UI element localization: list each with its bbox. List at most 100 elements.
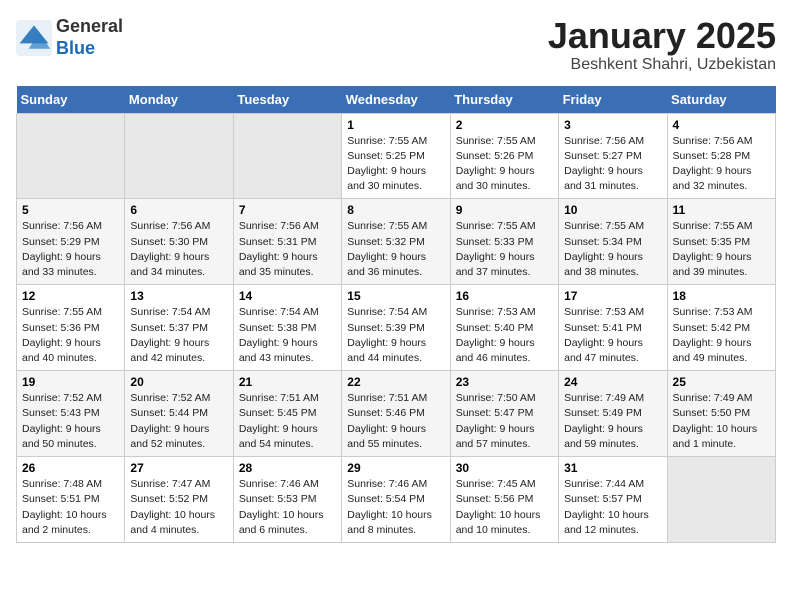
day-number: 12 [22,289,119,303]
logo-text: General Blue [56,16,123,59]
day-number: 22 [347,375,444,389]
calendar-cell: 30 Sunrise: 7:45 AM Sunset: 5:56 PM Dayli… [450,457,558,543]
cell-content: Sunrise: 7:49 AM Sunset: 5:50 PM Dayligh… [673,391,770,452]
day-number: 9 [456,203,553,217]
calendar-cell: 12 Sunrise: 7:55 AM Sunset: 5:36 PM Dayli… [17,285,125,371]
cell-content: Sunrise: 7:55 AM Sunset: 5:36 PM Dayligh… [22,305,119,366]
calendar-cell: 28 Sunrise: 7:46 AM Sunset: 5:53 PM Dayli… [233,457,341,543]
calendar-cell: 7Sunrise: 7:56 AM Sunset: 5:31 PM Daylig… [233,199,341,285]
weekday-header-saturday: Saturday [667,86,775,114]
weekday-header-monday: Monday [125,86,233,114]
day-number: 1 [347,118,444,132]
calendar-cell: 2Sunrise: 7:55 AM Sunset: 5:26 PM Daylig… [450,113,558,199]
cell-content: Sunrise: 7:50 AM Sunset: 5:47 PM Dayligh… [456,391,553,452]
day-number: 5 [22,203,119,217]
calendar-body: 1 Sunrise: 7:55 AM Sunset: 5:25 PM Daylig… [17,113,776,542]
day-number: 3 [564,118,661,132]
logo-icon [16,20,52,56]
calendar-cell: 11Sunrise: 7:55 AM Sunset: 5:35 PM Dayli… [667,199,775,285]
week-row-1: 1 Sunrise: 7:55 AM Sunset: 5:25 PM Daylig… [17,113,776,199]
calendar-cell: 4 Sunrise: 7:56 AM Sunset: 5:28 PM Daylig… [667,113,775,199]
day-number: 4 [673,118,770,132]
calendar-cell [667,457,775,543]
week-row-3: 12 Sunrise: 7:55 AM Sunset: 5:36 PM Dayli… [17,285,776,371]
day-number: 10 [564,203,661,217]
day-number: 18 [673,289,770,303]
calendar-cell: 23 Sunrise: 7:50 AM Sunset: 5:47 PM Dayli… [450,371,558,457]
calendar-cell: 20 Sunrise: 7:52 AM Sunset: 5:44 PM Dayli… [125,371,233,457]
weekday-header-friday: Friday [559,86,667,114]
calendar-cell: 24 Sunrise: 7:49 AM Sunset: 5:49 PM Dayli… [559,371,667,457]
cell-content: Sunrise: 7:45 AM Sunset: 5:56 PM Dayligh… [456,477,553,538]
weekday-header-thursday: Thursday [450,86,558,114]
cell-content: Sunrise: 7:51 AM Sunset: 5:45 PM Dayligh… [239,391,336,452]
day-number: 23 [456,375,553,389]
day-number: 29 [347,461,444,475]
calendar-cell: 9 Sunrise: 7:55 AM Sunset: 5:33 PM Daylig… [450,199,558,285]
cell-content: Sunrise: 7:55 AM Sunset: 5:32 PM Dayligh… [347,219,444,280]
page-header: General Blue January 2025 Beshkent Shahr… [16,16,776,74]
cell-content: Sunrise: 7:54 AM Sunset: 5:38 PM Dayligh… [239,305,336,366]
calendar-cell: 22 Sunrise: 7:51 AM Sunset: 5:46 PM Dayli… [342,371,450,457]
location-subtitle: Beshkent Shahri, Uzbekistan [548,56,776,74]
calendar-cell: 3 Sunrise: 7:56 AM Sunset: 5:27 PM Daylig… [559,113,667,199]
cell-content: Sunrise: 7:55 AM Sunset: 5:34 PM Dayligh… [564,219,661,280]
week-row-2: 5Sunrise: 7:56 AM Sunset: 5:29 PM Daylig… [17,199,776,285]
day-number: 15 [347,289,444,303]
cell-content: Sunrise: 7:56 AM Sunset: 5:31 PM Dayligh… [239,219,336,280]
day-number: 14 [239,289,336,303]
cell-content: Sunrise: 7:44 AM Sunset: 5:57 PM Dayligh… [564,477,661,538]
weekday-header-tuesday: Tuesday [233,86,341,114]
day-number: 30 [456,461,553,475]
calendar-cell: 18 Sunrise: 7:53 AM Sunset: 5:42 PM Dayli… [667,285,775,371]
cell-content: Sunrise: 7:52 AM Sunset: 5:43 PM Dayligh… [22,391,119,452]
calendar-cell: 17 Sunrise: 7:53 AM Sunset: 5:41 PM Dayli… [559,285,667,371]
cell-content: Sunrise: 7:55 AM Sunset: 5:25 PM Dayligh… [347,134,444,195]
day-number: 13 [130,289,227,303]
calendar-table: SundayMondayTuesdayWednesdayThursdayFrid… [16,86,776,543]
calendar-cell: 16Sunrise: 7:53 AM Sunset: 5:40 PM Dayli… [450,285,558,371]
logo-blue: Blue [56,38,95,58]
cell-content: Sunrise: 7:54 AM Sunset: 5:39 PM Dayligh… [347,305,444,366]
calendar-cell: 8 Sunrise: 7:55 AM Sunset: 5:32 PM Daylig… [342,199,450,285]
calendar-cell: 25Sunrise: 7:49 AM Sunset: 5:50 PM Dayli… [667,371,775,457]
cell-content: Sunrise: 7:52 AM Sunset: 5:44 PM Dayligh… [130,391,227,452]
calendar-cell: 5Sunrise: 7:56 AM Sunset: 5:29 PM Daylig… [17,199,125,285]
calendar-cell [233,113,341,199]
cell-content: Sunrise: 7:56 AM Sunset: 5:30 PM Dayligh… [130,219,227,280]
cell-content: Sunrise: 7:53 AM Sunset: 5:42 PM Dayligh… [673,305,770,366]
cell-content: Sunrise: 7:49 AM Sunset: 5:49 PM Dayligh… [564,391,661,452]
calendar-cell: 21 Sunrise: 7:51 AM Sunset: 5:45 PM Dayli… [233,371,341,457]
day-number: 28 [239,461,336,475]
cell-content: Sunrise: 7:48 AM Sunset: 5:51 PM Dayligh… [22,477,119,538]
cell-content: Sunrise: 7:56 AM Sunset: 5:28 PM Dayligh… [673,134,770,195]
logo: General Blue [16,16,123,59]
calendar-cell: 13 Sunrise: 7:54 AM Sunset: 5:37 PM Dayli… [125,285,233,371]
calendar-cell: 29Sunrise: 7:46 AM Sunset: 5:54 PM Dayli… [342,457,450,543]
day-number: 16 [456,289,553,303]
cell-content: Sunrise: 7:55 AM Sunset: 5:26 PM Dayligh… [456,134,553,195]
day-number: 8 [347,203,444,217]
cell-content: Sunrise: 7:53 AM Sunset: 5:41 PM Dayligh… [564,305,661,366]
calendar-cell: 10 Sunrise: 7:55 AM Sunset: 5:34 PM Dayli… [559,199,667,285]
calendar-cell: 19Sunrise: 7:52 AM Sunset: 5:43 PM Dayli… [17,371,125,457]
cell-content: Sunrise: 7:54 AM Sunset: 5:37 PM Dayligh… [130,305,227,366]
day-number: 17 [564,289,661,303]
day-number: 24 [564,375,661,389]
cell-content: Sunrise: 7:46 AM Sunset: 5:53 PM Dayligh… [239,477,336,538]
day-number: 6 [130,203,227,217]
weekday-header-sunday: Sunday [17,86,125,114]
day-number: 20 [130,375,227,389]
cell-content: Sunrise: 7:56 AM Sunset: 5:27 PM Dayligh… [564,134,661,195]
day-number: 31 [564,461,661,475]
day-number: 21 [239,375,336,389]
day-number: 11 [673,203,770,217]
calendar-cell: 14 Sunrise: 7:54 AM Sunset: 5:38 PM Dayli… [233,285,341,371]
week-row-5: 26Sunrise: 7:48 AM Sunset: 5:51 PM Dayli… [17,457,776,543]
weekday-header-row: SundayMondayTuesdayWednesdayThursdayFrid… [17,86,776,114]
calendar-cell [125,113,233,199]
calendar-cell: 15 Sunrise: 7:54 AM Sunset: 5:39 PM Dayli… [342,285,450,371]
cell-content: Sunrise: 7:55 AM Sunset: 5:33 PM Dayligh… [456,219,553,280]
cell-content: Sunrise: 7:51 AM Sunset: 5:46 PM Dayligh… [347,391,444,452]
calendar-cell: 6 Sunrise: 7:56 AM Sunset: 5:30 PM Daylig… [125,199,233,285]
